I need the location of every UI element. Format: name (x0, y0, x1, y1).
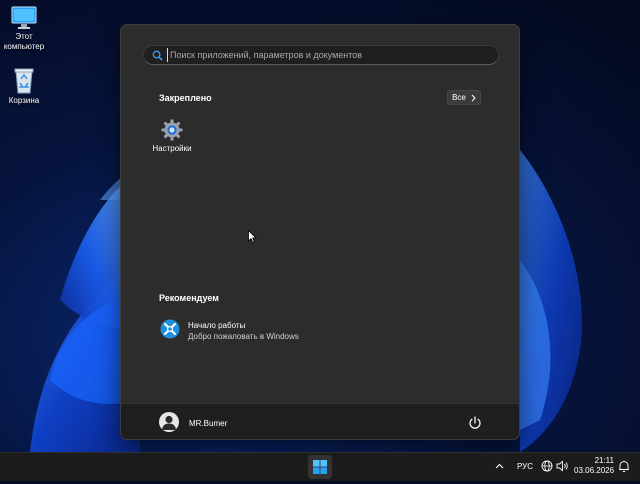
desktop-icon-this-pc[interactable]: Этот компьютер (0, 6, 48, 52)
chevron-right-icon (471, 94, 476, 101)
recommended-item-get-started[interactable]: Начало работы Добро пожаловать в Windows (157, 317, 357, 343)
pinned-section-title: Закреплено (159, 93, 212, 103)
input-language-indicator[interactable]: РУС (517, 462, 533, 471)
mouse-cursor-icon (248, 230, 257, 243)
chevron-up-icon[interactable] (495, 463, 504, 469)
clock-date: 03.06.2026 (574, 466, 615, 475)
search-icon (152, 50, 163, 61)
desktop-icon-label: Корзина (8, 96, 40, 105)
get-started-icon (160, 319, 180, 339)
network-globe-icon[interactable] (541, 460, 553, 472)
clock-time: 21:11 (594, 456, 614, 465)
start-menu-footer: MR.Bumer (121, 403, 519, 439)
user-name: MR.Bumer (189, 419, 228, 428)
recommended-item-subtitle: Добро пожаловать в Windows (188, 332, 299, 341)
taskbar: РУС 21:11 03.06.2026 (0, 452, 640, 481)
start-menu: Закреплено Все Настройки Рекомендуем (120, 24, 520, 440)
pinned-app-settings[interactable]: Настройки (143, 117, 201, 161)
all-apps-label: Все (452, 93, 466, 102)
system-clock[interactable]: 21:11 03.06.2026 (574, 456, 614, 476)
desktop-icon-label: Этот компьютер (3, 32, 45, 51)
windows-logo-icon (313, 460, 327, 474)
power-icon[interactable] (467, 415, 483, 431)
search-input[interactable] (167, 48, 490, 62)
user-icon (162, 415, 176, 430)
recycle-bin-icon (14, 68, 34, 94)
pinned-app-label: Настройки (152, 144, 192, 153)
avatar (159, 412, 179, 432)
start-button[interactable] (308, 455, 332, 479)
desktop-icon-recycle-bin[interactable]: Корзина (0, 66, 48, 106)
volume-icon[interactable] (556, 460, 569, 472)
recommended-section-title: Рекомендуем (159, 293, 219, 303)
all-apps-button[interactable]: Все (447, 90, 481, 105)
start-search-box[interactable] (143, 45, 499, 65)
settings-gear-icon (161, 119, 183, 141)
notification-bell-icon[interactable] (618, 460, 630, 473)
recommended-item-title: Начало работы (188, 321, 246, 330)
monitor-icon (11, 6, 37, 29)
